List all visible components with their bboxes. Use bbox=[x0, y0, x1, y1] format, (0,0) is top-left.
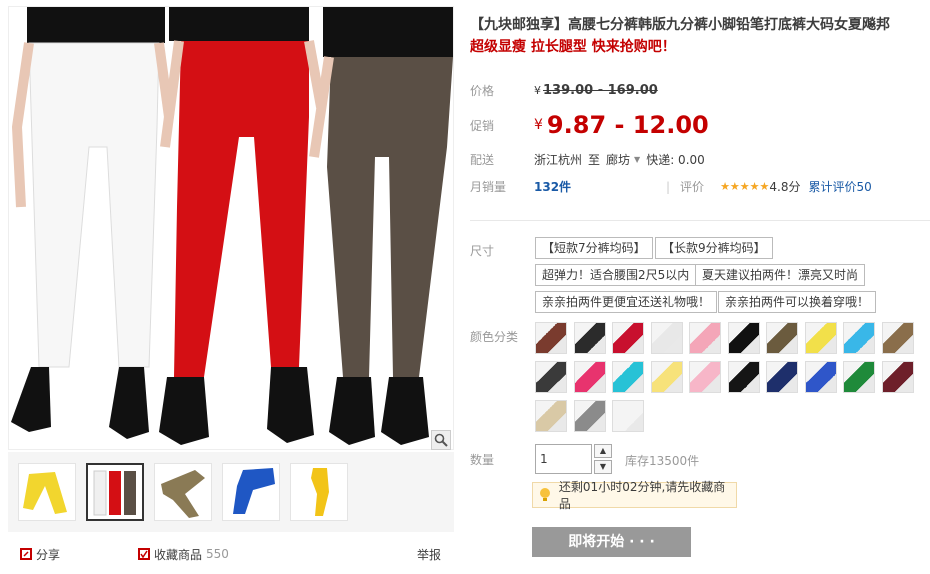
color-swatch[interactable] bbox=[573, 361, 606, 393]
favorite-count: 550 bbox=[206, 547, 229, 561]
product-subtitle: 超级显瘦 拉长腿型 快来抢购吧！ bbox=[470, 39, 676, 55]
color-swatch[interactable] bbox=[766, 322, 798, 354]
product-title: 【九块邮独享】高腰七分裤韩版九分裤小脚铅笔打底裤大码女夏飚邦 bbox=[470, 17, 890, 33]
shipping-destination[interactable]: 廊坊 bbox=[606, 151, 630, 168]
color-swatch[interactable] bbox=[843, 322, 875, 354]
shipping-from: 浙江杭州 bbox=[534, 153, 583, 167]
shipping-express: 快递: 0.00 bbox=[646, 153, 705, 167]
total-reviews-link[interactable]: 累计评价50 bbox=[808, 178, 871, 195]
chevron-down-icon[interactable]: ▼ bbox=[634, 155, 640, 164]
quantity-label: 数量 bbox=[470, 453, 495, 467]
share-icon bbox=[20, 548, 32, 560]
promo-price: 9.87 - 12.00 bbox=[546, 111, 709, 139]
color-swatch[interactable] bbox=[843, 361, 875, 393]
color-swatch[interactable] bbox=[535, 361, 567, 393]
original-price: 139.00 - 169.00 bbox=[543, 83, 658, 98]
color-swatch[interactable] bbox=[573, 322, 606, 354]
sales-label: 月销量 bbox=[470, 180, 507, 194]
thumbnail-blue[interactable] bbox=[222, 463, 280, 521]
color-swatch[interactable] bbox=[689, 322, 721, 354]
thumbnail-yellow-2[interactable] bbox=[290, 463, 348, 521]
quantity-decrease-button[interactable]: ▼ bbox=[594, 460, 612, 474]
color-swatch[interactable] bbox=[612, 361, 644, 393]
price-row: 价格 ¥ 139.00 - 169.00 bbox=[470, 82, 658, 99]
quantity-increase-button[interactable]: ▲ bbox=[594, 444, 612, 458]
size-option-elastic[interactable]: 超弹力！适合腰围2尺5以内 bbox=[535, 264, 697, 286]
price-label: 价格 bbox=[470, 84, 495, 98]
size-label: 尺寸 bbox=[470, 244, 495, 258]
price-currency: ¥ bbox=[534, 84, 541, 97]
main-product-image[interactable] bbox=[8, 6, 454, 450]
color-swatch[interactable] bbox=[766, 361, 798, 393]
magnifier-icon bbox=[434, 433, 448, 447]
thumbnail-khaki[interactable] bbox=[154, 463, 212, 521]
product-info: 【九块邮独享】高腰七分裤韩版九分裤小脚铅笔打底裤大码女夏飚邦 超级显瘦 拉长腿型… bbox=[470, 14, 926, 68]
zoom-button[interactable] bbox=[431, 430, 451, 450]
color-swatch[interactable] bbox=[573, 400, 606, 432]
size-option-swap[interactable]: 亲亲拍两件可以换着穿哦！ bbox=[718, 291, 877, 313]
shipping-label: 配送 bbox=[470, 153, 495, 167]
color-swatch[interactable] bbox=[804, 322, 837, 354]
promo-currency: ¥ bbox=[534, 117, 543, 133]
rating-label: 评价 bbox=[680, 180, 705, 194]
share-link[interactable]: 分享 bbox=[20, 546, 60, 563]
favorite-label: 收藏商品 bbox=[154, 547, 203, 562]
sales-row: 月销量 132件 | 评价 ★★★★★ 4.8分 累计评价50 bbox=[470, 178, 872, 195]
color-swatch[interactable] bbox=[881, 322, 914, 354]
gallery-footer: 分享 收藏商品 550 举报 bbox=[8, 540, 454, 568]
color-swatch[interactable] bbox=[535, 400, 567, 432]
countdown-text: 还剩01小时02分钟,请先收藏商品 bbox=[558, 480, 726, 511]
report-label: 举报 bbox=[417, 547, 442, 562]
promo-label: 促销 bbox=[470, 118, 495, 133]
quantity-input[interactable]: 1 bbox=[535, 444, 592, 474]
rating-score: 4.8分 bbox=[769, 180, 801, 194]
color-swatch[interactable] bbox=[727, 322, 760, 354]
color-swatch[interactable] bbox=[881, 361, 914, 393]
size-option-long[interactable]: 【长款9分裤均码】 bbox=[655, 237, 773, 259]
sales-count: 132件 bbox=[534, 180, 572, 194]
thumbnail-yellow[interactable] bbox=[18, 463, 76, 521]
color-swatch[interactable] bbox=[535, 322, 567, 354]
shipping-to-word: 至 bbox=[588, 153, 601, 167]
thumbnail-three-colors[interactable] bbox=[86, 463, 144, 521]
color-swatch[interactable] bbox=[650, 322, 683, 354]
thumbnail-strip bbox=[8, 452, 454, 532]
stock-text: 库存13500件 bbox=[625, 454, 700, 468]
share-label: 分享 bbox=[36, 547, 61, 562]
favorite-icon bbox=[138, 548, 150, 560]
report-link[interactable]: 举报 bbox=[417, 546, 441, 563]
shipping-row: 配送 浙江杭州 至 廊坊 ▼ 快递: 0.00 bbox=[470, 151, 705, 168]
divider bbox=[470, 220, 930, 221]
size-option-summer[interactable]: 夏天建议拍两件！漂亮又时尚 bbox=[695, 264, 866, 286]
rating-stars-icon: ★★★★★ bbox=[720, 180, 770, 193]
color-swatch[interactable] bbox=[612, 322, 644, 354]
color-swatch[interactable] bbox=[689, 361, 721, 393]
color-swatch[interactable] bbox=[804, 361, 837, 393]
size-option-gift[interactable]: 亲亲拍两件更便宜还送礼物哦！ bbox=[535, 291, 718, 313]
size-option-short[interactable]: 【短款7分裤均码】 bbox=[535, 237, 653, 259]
color-swatch[interactable] bbox=[650, 361, 683, 393]
color-label: 颜色分类 bbox=[470, 330, 519, 344]
buy-button[interactable]: 即将开始 · · · bbox=[532, 527, 691, 557]
countdown-tip: 还剩01小时02分钟,请先收藏商品 bbox=[532, 480, 737, 511]
color-swatch[interactable] bbox=[727, 361, 760, 393]
color-swatch[interactable] bbox=[612, 400, 644, 432]
favorite-link[interactable]: 收藏商品 550 bbox=[138, 546, 229, 563]
promo-row: 促销 ¥ 9.87 - 12.00 bbox=[470, 111, 709, 139]
lightbulb-icon bbox=[540, 488, 550, 501]
